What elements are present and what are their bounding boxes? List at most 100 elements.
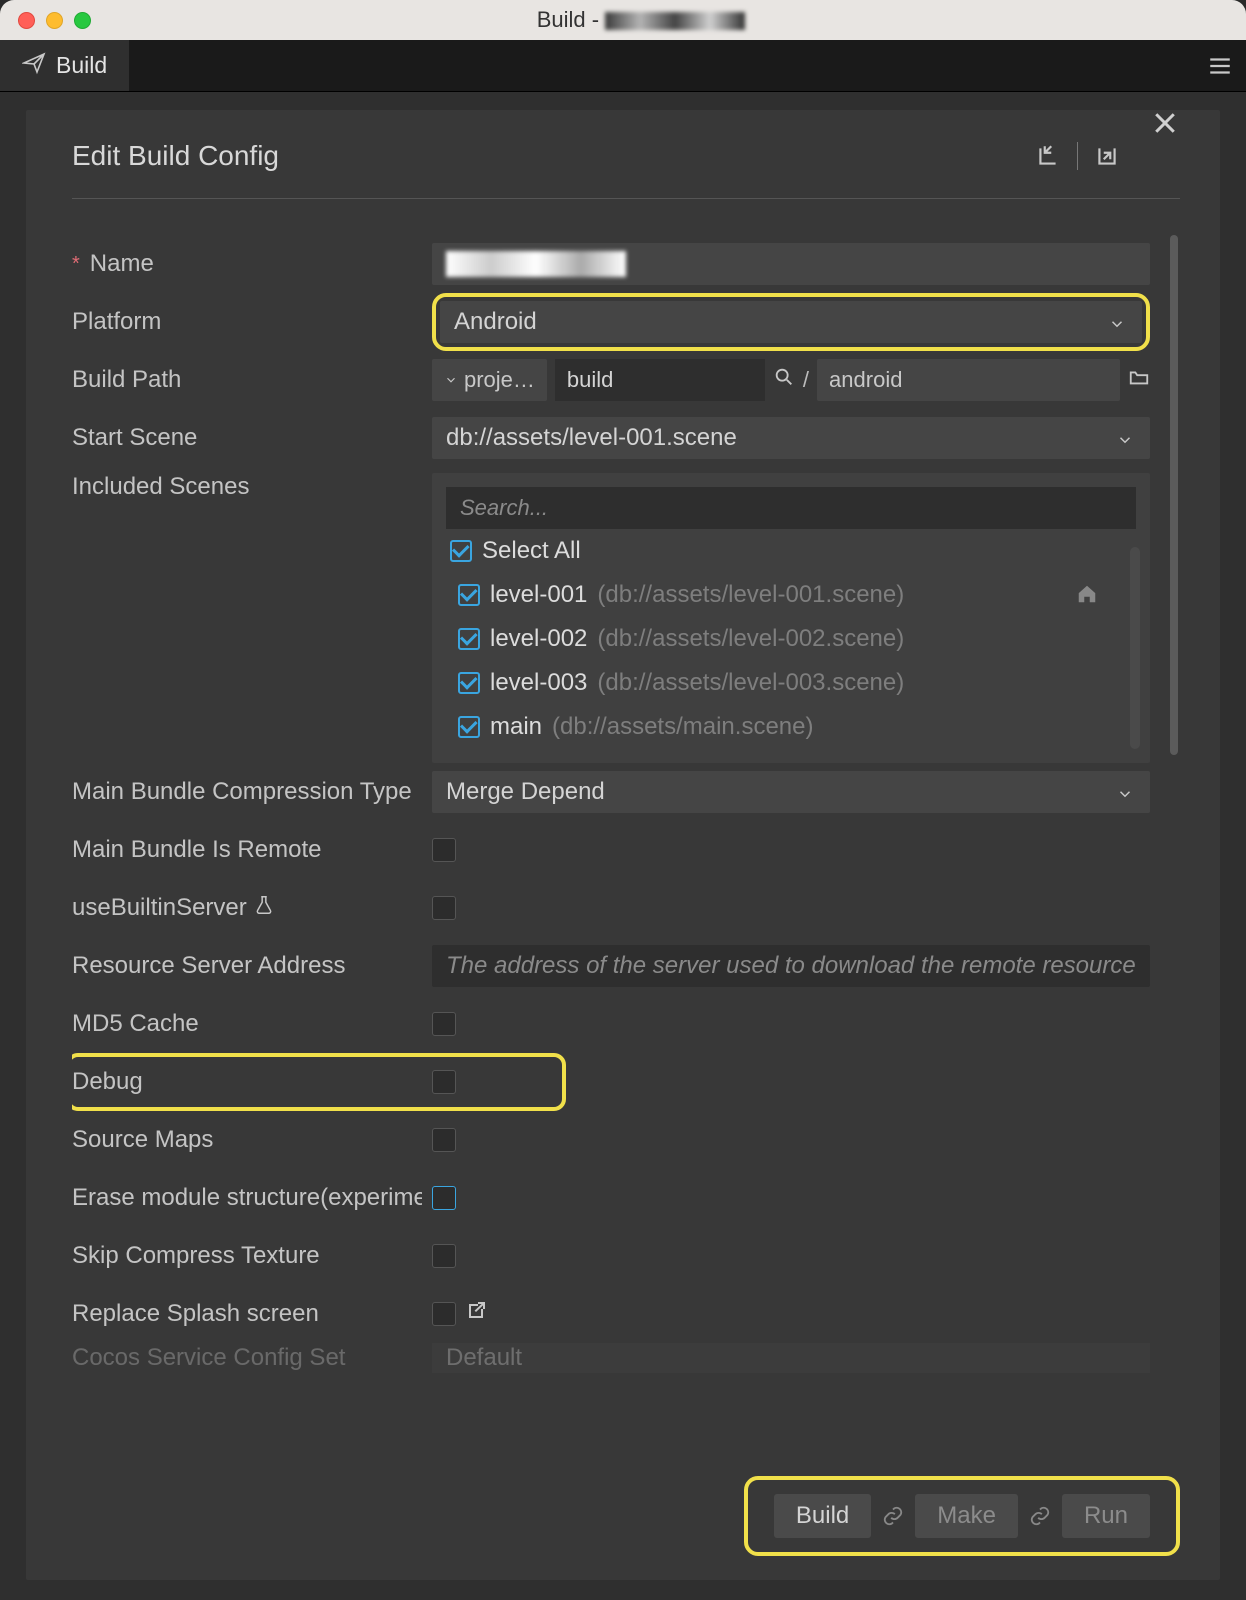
build-path-root-value: proje… — [464, 367, 535, 393]
window-minimize-button[interactable] — [46, 12, 63, 29]
window: Build - Build Edit Build Config — [0, 0, 1246, 1600]
row-included-scenes: Included Scenes Select All — [72, 467, 1150, 763]
debug-label: Debug — [72, 1068, 143, 1096]
splash-label: Replace Splash screen — [72, 1300, 319, 1328]
compression-value: Merge Depend — [446, 778, 605, 806]
scene-item[interactable]: level-002 (db://assets/level-002.scene) — [454, 617, 1128, 661]
link-icon[interactable] — [879, 1505, 907, 1527]
make-button[interactable]: Make — [915, 1494, 1018, 1538]
select-all-checkbox[interactable] — [450, 540, 472, 562]
row-builtin-server: useBuiltinServer — [72, 879, 1150, 937]
name-label: Name — [90, 250, 154, 278]
action-bar: Build Make Run — [72, 1476, 1180, 1556]
skip-compress-checkbox[interactable] — [432, 1244, 456, 1268]
window-close-button[interactable] — [18, 12, 35, 29]
chevron-down-icon — [1116, 428, 1136, 448]
debug-checkbox[interactable] — [432, 1070, 456, 1094]
run-button[interactable]: Run — [1062, 1494, 1150, 1538]
scene-path: (db://assets/level-003.scene) — [597, 669, 904, 697]
scenes-search-input[interactable] — [446, 487, 1136, 529]
select-all-label: Select All — [482, 537, 581, 565]
search-icon[interactable] — [773, 366, 795, 394]
source-maps-checkbox[interactable] — [432, 1128, 456, 1152]
window-title-text: Build - — [537, 7, 599, 32]
splash-checkbox[interactable] — [432, 1302, 456, 1326]
tab-build-label: Build — [56, 52, 107, 79]
source-maps-label: Source Maps — [72, 1126, 213, 1154]
row-cocos-service: Cocos Service Config Set Default — [72, 1343, 1150, 1373]
name-input[interactable] — [432, 243, 1150, 285]
scene-checkbox[interactable] — [458, 628, 480, 650]
row-name: * Name — [72, 235, 1150, 293]
panel-title: Edit Build Config — [72, 140, 1015, 172]
erase-checkbox[interactable] — [432, 1186, 456, 1210]
platform-select[interactable]: Android — [440, 301, 1142, 343]
compression-label: Main Bundle Compression Type — [72, 778, 412, 806]
row-build-path: Build Path proje… / android — [72, 351, 1150, 409]
included-scenes-label: Included Scenes — [72, 473, 249, 501]
edit-external-icon[interactable] — [464, 1299, 488, 1329]
titlebar: Build - — [0, 0, 1246, 40]
scenes-scrollbar[interactable] — [1130, 547, 1140, 749]
row-source-maps: Source Maps — [72, 1111, 1150, 1169]
erase-label: Erase module structure(experimental) — [72, 1184, 422, 1212]
skip-compress-label: Skip Compress Texture — [72, 1242, 320, 1270]
platform-highlight: Android — [432, 293, 1150, 351]
build-path-output-value: android — [829, 367, 902, 393]
row-skip-compress: Skip Compress Texture — [72, 1227, 1150, 1285]
panel-inner: Edit Build Config — [26, 110, 1220, 1580]
build-path-output[interactable]: android — [817, 359, 1120, 401]
select-all-row[interactable]: Select All — [446, 529, 1136, 573]
scene-item[interactable]: main (db://assets/main.scene) — [454, 705, 1128, 749]
build-button[interactable]: Build — [774, 1494, 871, 1538]
panel: Edit Build Config — [0, 92, 1246, 1600]
import-icon[interactable] — [1033, 141, 1063, 171]
md5-checkbox[interactable] — [432, 1012, 456, 1036]
path-separator: / — [803, 367, 809, 393]
form: * Name Platform — [72, 235, 1180, 1466]
window-zoom-button[interactable] — [74, 12, 91, 29]
scene-checkbox[interactable] — [458, 584, 480, 606]
scrollbar-thumb[interactable] — [1170, 235, 1178, 755]
paper-plane-icon — [22, 51, 46, 81]
action-highlight: Build Make Run — [744, 1476, 1180, 1556]
builtin-server-checkbox[interactable] — [432, 896, 456, 920]
row-splash: Replace Splash screen — [72, 1285, 1150, 1343]
row-start-scene: Start Scene db://assets/level-001.scene — [72, 409, 1150, 467]
scene-checkbox[interactable] — [458, 672, 480, 694]
scenes-list: Select All level-001 (db://assets/level-… — [432, 473, 1150, 763]
chevron-down-icon — [1108, 312, 1128, 332]
scene-item[interactable]: level-001 (db://assets/level-001.scene) — [454, 573, 1128, 617]
scene-checkbox[interactable] — [458, 716, 480, 738]
scene-item[interactable]: level-003 (db://assets/level-003.scene) — [454, 661, 1128, 705]
resource-server-input[interactable] — [432, 945, 1150, 987]
menu-button[interactable] — [1194, 40, 1246, 91]
panel-header: Edit Build Config — [72, 140, 1180, 199]
home-icon[interactable] — [1076, 583, 1098, 611]
compression-select[interactable]: Merge Depend — [432, 771, 1150, 813]
folder-open-icon[interactable] — [1128, 366, 1150, 394]
cocos-select[interactable]: Default — [432, 1343, 1150, 1373]
window-title: Build - — [18, 7, 1246, 33]
platform-value: Android — [454, 308, 537, 336]
link-icon[interactable] — [1026, 1505, 1054, 1527]
scrollbar-track[interactable] — [1168, 235, 1180, 765]
experimental-icon — [253, 894, 275, 923]
row-resource-server: Resource Server Address — [72, 937, 1150, 995]
remote-checkbox[interactable] — [432, 838, 456, 862]
close-panel-button[interactable] — [1150, 110, 1180, 144]
build-path-root-select[interactable]: proje… — [432, 359, 547, 401]
window-controls — [18, 12, 91, 29]
builtin-server-label: useBuiltinServer — [72, 894, 247, 922]
cocos-value: Default — [446, 1344, 522, 1372]
tab-build[interactable]: Build — [0, 40, 129, 91]
build-path-label: Build Path — [72, 366, 181, 394]
row-compression: Main Bundle Compression Type Merge Depen… — [72, 763, 1150, 821]
export-icon[interactable] — [1092, 141, 1122, 171]
row-debug: Debug — [72, 1053, 1150, 1111]
tab-bar: Build — [0, 40, 1246, 92]
start-scene-label: Start Scene — [72, 424, 197, 452]
build-path-input[interactable] — [555, 359, 765, 401]
separator — [1077, 142, 1078, 170]
start-scene-select[interactable]: db://assets/level-001.scene — [432, 417, 1150, 459]
